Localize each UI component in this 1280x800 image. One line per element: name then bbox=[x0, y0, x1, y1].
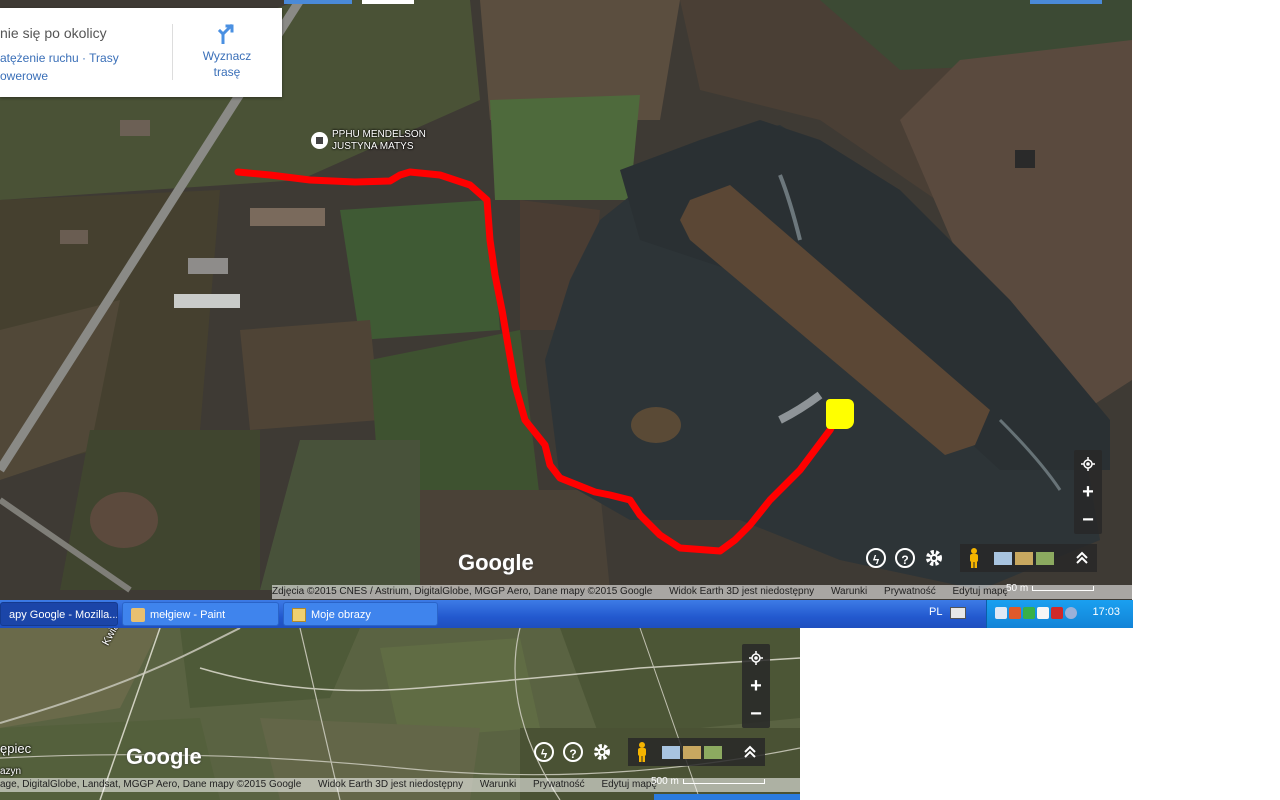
panel-divider bbox=[172, 24, 173, 80]
zoom-controls-overview: + − bbox=[742, 644, 770, 728]
zoom-in-button[interactable]: + bbox=[1074, 478, 1102, 506]
scale-label-overview: 500 m bbox=[651, 776, 679, 787]
help-icon[interactable]: ? bbox=[563, 742, 583, 762]
explore-heading: nie się po okolicy bbox=[0, 25, 107, 41]
folder-icon bbox=[292, 608, 306, 623]
satellite-imagery-overview[interactable] bbox=[0, 628, 800, 800]
expand-icon[interactable] bbox=[1075, 551, 1089, 565]
map-tools: ϟ ? bbox=[866, 544, 1097, 572]
task-label-firefox: apy Google - Mozilla... bbox=[9, 609, 118, 621]
destination-marker bbox=[826, 399, 854, 429]
signin-button-strip[interactable] bbox=[1030, 0, 1102, 4]
poi-icon[interactable] bbox=[311, 132, 328, 149]
scale-bar[interactable]: 50 m bbox=[1006, 583, 1095, 594]
antivirus-icon[interactable] bbox=[1023, 607, 1035, 619]
my-location-button[interactable] bbox=[1074, 450, 1102, 478]
scale-line-overview bbox=[682, 778, 765, 784]
volume-icon[interactable] bbox=[1065, 607, 1077, 619]
my-location-button-overview[interactable] bbox=[742, 644, 770, 672]
keyboard-icon[interactable] bbox=[950, 607, 966, 619]
directions-label-line1: Wyznacz bbox=[202, 49, 252, 63]
system-tray: 17:03 bbox=[986, 600, 1133, 628]
zoom-in-button-overview[interactable]: + bbox=[742, 672, 770, 700]
imagery-attribution-overview: age, DigitalGlobe, Landsat, MGGP Aero, D… bbox=[0, 779, 302, 790]
taskbar-fragment bbox=[654, 794, 800, 800]
directions-label-line2: trasę bbox=[213, 65, 241, 79]
terms-link-overview[interactable]: Warunki bbox=[480, 779, 516, 790]
taskbar-button-paint[interactable]: mełgiew - Paint bbox=[122, 602, 279, 626]
gear-icon[interactable] bbox=[592, 742, 612, 762]
explore-links[interactable]: atężenie ruchu · Trasy owerowe bbox=[0, 49, 160, 85]
zoom-out-button[interactable]: − bbox=[1074, 506, 1102, 534]
poi-label[interactable]: PPHU MENDELSON JUSTYNA MATYS bbox=[332, 129, 426, 153]
edit-map-link-overview[interactable]: Edytuj mapę bbox=[601, 779, 657, 790]
tray-app-icon[interactable] bbox=[1009, 607, 1021, 619]
pegman-icon[interactable] bbox=[968, 548, 980, 568]
terms-link[interactable]: Warunki bbox=[831, 586, 867, 597]
directions-icon bbox=[217, 23, 234, 44]
lightning-icon[interactable]: ϟ bbox=[534, 742, 554, 762]
privacy-link[interactable]: Prywatność bbox=[884, 586, 936, 597]
terrain-thumbnail[interactable] bbox=[683, 745, 701, 759]
privacy-link-overview[interactable]: Prywatność bbox=[533, 779, 585, 790]
scale-bar-overview[interactable]: 500 m bbox=[651, 776, 765, 787]
help-icon[interactable]: ? bbox=[895, 548, 915, 568]
bottom-map-window[interactable]: Kwiato ępiec azyn Google + − ϟ ? age, Di… bbox=[0, 628, 800, 800]
earth-3d-notice: Widok Earth 3D jest niedostępny bbox=[669, 586, 815, 597]
poi-name-line1: PPHU MENDELSON bbox=[332, 129, 426, 140]
zoom-controls: + − bbox=[1074, 450, 1102, 534]
traffic-bike-link[interactable]: atężenie ruchu · Trasy bbox=[0, 49, 160, 67]
earth-thumbnail[interactable] bbox=[704, 745, 722, 759]
taskbar: apy Google - Mozilla... mełgiew - Paint … bbox=[0, 600, 1133, 628]
attribution-bar: Zdjęcia ©2015 CNES / Astrium, DigitalGlo… bbox=[272, 585, 1132, 599]
earth-thumbnail[interactable] bbox=[1036, 551, 1054, 565]
map-thumbnail[interactable] bbox=[662, 745, 680, 759]
taskbar-button-firefox[interactable]: apy Google - Mozilla... bbox=[0, 602, 118, 626]
crosshair-icon bbox=[1081, 457, 1095, 471]
search-button-strip[interactable] bbox=[284, 0, 352, 4]
security-icon[interactable] bbox=[1051, 607, 1063, 619]
zoom-out-button-overview[interactable]: − bbox=[742, 700, 770, 728]
terrain-thumbnail[interactable] bbox=[1015, 551, 1033, 565]
task-label-folder: Moje obrazy bbox=[311, 609, 371, 621]
directions-button[interactable]: Wyznacz trasę bbox=[180, 22, 274, 80]
pegman-icon[interactable] bbox=[636, 742, 648, 762]
language-indicator[interactable]: PL bbox=[929, 606, 942, 618]
expand-icon[interactable] bbox=[743, 745, 757, 759]
document-icon[interactable] bbox=[1037, 607, 1049, 619]
map-tools-overview: ϟ ? bbox=[534, 738, 765, 766]
network-icon[interactable] bbox=[995, 607, 1007, 619]
taskbar-button-folder[interactable]: Moje obrazy bbox=[283, 602, 438, 626]
imagery-attribution: Zdjęcia ©2015 CNES / Astrium, DigitalGlo… bbox=[272, 586, 653, 597]
paint-icon bbox=[131, 608, 145, 623]
poi-name-line2: JUSTYNA MATYS bbox=[332, 141, 414, 152]
gear-icon[interactable] bbox=[924, 548, 944, 568]
google-logo: Google bbox=[458, 550, 534, 575]
clock[interactable]: 17:03 bbox=[1092, 606, 1120, 618]
place-label-2: azyn bbox=[0, 766, 22, 777]
scale-line bbox=[1032, 585, 1095, 591]
earth-3d-notice-overview: Widok Earth 3D jest niedostępny bbox=[318, 779, 464, 790]
layer-switcher[interactable] bbox=[960, 544, 1097, 572]
edit-map-link[interactable]: Edytuj mapę bbox=[953, 586, 1009, 597]
bike-link-continuation[interactable]: owerowe bbox=[0, 67, 160, 85]
scale-label: 50 m bbox=[1006, 583, 1029, 594]
google-logo-overview: Google bbox=[126, 744, 202, 769]
top-map-window[interactable]: nie się po okolicy atężenie ruchu · Tras… bbox=[0, 0, 1132, 600]
layer-switcher-overview[interactable] bbox=[628, 738, 765, 766]
explore-panel: nie się po okolicy atężenie ruchu · Tras… bbox=[0, 8, 282, 97]
task-label-paint: mełgiew - Paint bbox=[150, 609, 226, 621]
toolbar-button-strip[interactable] bbox=[362, 0, 414, 4]
place-label: ępiec bbox=[0, 741, 32, 756]
map-thumbnail[interactable] bbox=[994, 551, 1012, 565]
lightning-icon[interactable]: ϟ bbox=[866, 548, 886, 568]
crosshair-icon bbox=[749, 651, 763, 665]
